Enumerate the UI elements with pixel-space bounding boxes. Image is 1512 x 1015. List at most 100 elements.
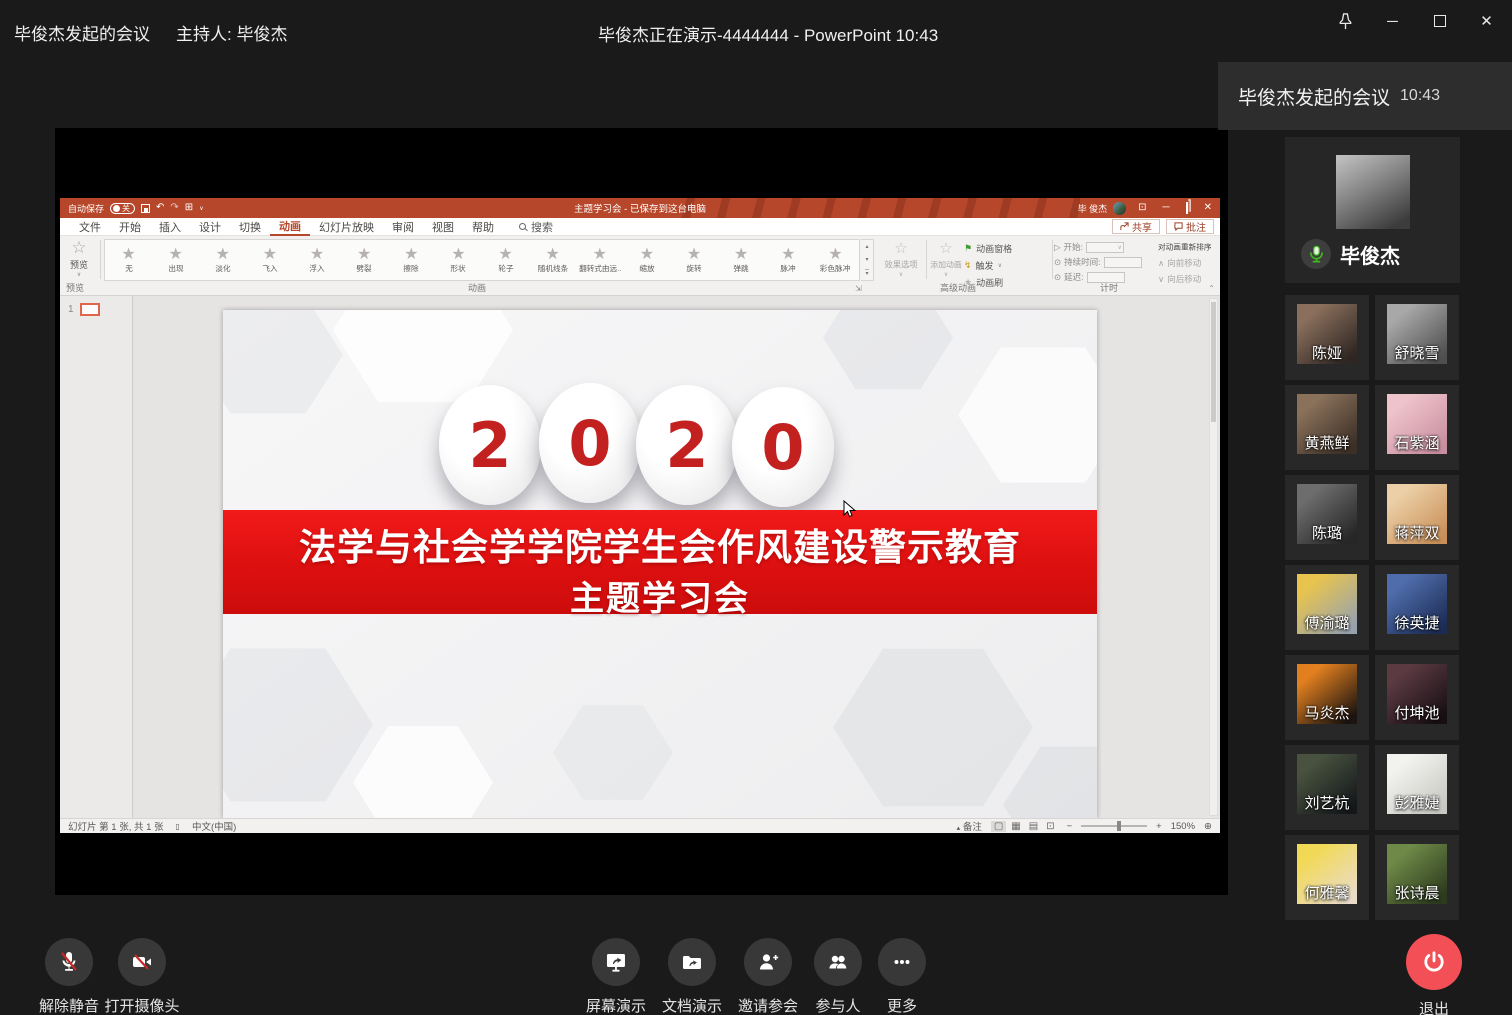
- scrollbar-thumb[interactable]: [1211, 302, 1216, 422]
- save-icon[interactable]: [141, 204, 150, 213]
- maximize-button[interactable]: [1416, 0, 1463, 42]
- animation-effect-item[interactable]: ★形状: [435, 240, 482, 280]
- pin-icon[interactable]: [1322, 0, 1369, 42]
- zoom-slider[interactable]: [1081, 825, 1147, 827]
- slide-thumbnail-panel[interactable]: 1: [60, 296, 133, 818]
- ribbon-display-icon[interactable]: ⊡: [1130, 203, 1154, 213]
- menu-tab[interactable]: 视图: [423, 218, 463, 236]
- slide-canvas[interactable]: 2020 法学与社会学学院学生会作风建设警示教育 主题学习会: [223, 310, 1097, 818]
- participant-tile[interactable]: 付坤池: [1375, 655, 1459, 740]
- animation-effect-item[interactable]: ★浮入: [294, 240, 341, 280]
- slide-thumbnail[interactable]: [80, 303, 100, 316]
- animation-effect-item[interactable]: ★翻转式由远..: [576, 240, 623, 280]
- exit-button[interactable]: 退出: [1406, 934, 1462, 1015]
- quickaccess-caret-icon[interactable]: ∨: [199, 205, 203, 212]
- notes-button[interactable]: ▴ 备注: [957, 819, 982, 833]
- participant-tile[interactable]: 舒晓雪: [1375, 295, 1459, 380]
- ppt-restore-icon[interactable]: [1178, 203, 1196, 213]
- participant-tile[interactable]: 徐英捷: [1375, 565, 1459, 650]
- ppt-user-name: 毕 俊杰: [1070, 202, 1110, 215]
- animation-effect-item[interactable]: ★彩色脉冲: [812, 240, 859, 280]
- slideshow-icon[interactable]: ⊞: [185, 203, 193, 213]
- view-sorter-icon[interactable]: ▦: [1008, 821, 1023, 832]
- zoom-level[interactable]: 150%: [1171, 821, 1195, 832]
- effect-options-button[interactable]: ☆ 效果选项 ∨: [878, 240, 924, 278]
- menu-tab[interactable]: 审阅: [383, 218, 423, 236]
- dialog-launcher-icon[interactable]: ⇲: [855, 284, 862, 293]
- menu-tab[interactable]: 文件: [70, 218, 110, 236]
- animation-effect-item[interactable]: ★飞入: [246, 240, 293, 280]
- animation-effect-item[interactable]: ★淡化: [199, 240, 246, 280]
- participant-name: 蒋萍双: [1369, 522, 1465, 543]
- redo-icon[interactable]: ↷: [170, 203, 178, 213]
- ppt-minimize-icon[interactable]: ─: [1155, 203, 1178, 213]
- animation-effect-item[interactable]: ★轮子: [482, 240, 529, 280]
- preview-label: 预览: [60, 258, 98, 271]
- menu-tab[interactable]: 动画: [270, 218, 310, 236]
- animation-effect-item[interactable]: ★出现: [152, 240, 199, 280]
- comments-button[interactable]: 批注: [1166, 219, 1214, 234]
- ribbon-separator: [1052, 240, 1053, 279]
- speaker-tile[interactable]: 毕俊杰: [1285, 137, 1460, 283]
- more-button[interactable]: 更多: [878, 938, 926, 1015]
- menu-tab[interactable]: 设计: [190, 218, 230, 236]
- gallery-scroll-arrows[interactable]: ▴ ▾ ▾: [861, 239, 874, 281]
- zoom-slider-thumb[interactable]: [1117, 821, 1121, 831]
- participant-tile[interactable]: 黄燕鲜: [1285, 385, 1369, 470]
- participant-tile[interactable]: 傅渝璐: [1285, 565, 1369, 650]
- preview-button[interactable]: ☆ 预览 ∨: [60, 239, 98, 278]
- zoom-out-button[interactable]: −: [1067, 821, 1073, 832]
- minimize-button[interactable]: ─: [1369, 0, 1416, 42]
- animation-effect-item[interactable]: ★缩放: [623, 240, 670, 280]
- participants-button[interactable]: 参与人: [814, 938, 862, 1015]
- menu-tab[interactable]: 幻灯片放映: [310, 218, 383, 236]
- animation-pane-button[interactable]: ⚑动画窗格: [964, 242, 1050, 255]
- editor-scrollbar[interactable]: [1209, 298, 1218, 816]
- share-button[interactable]: 共享: [1112, 219, 1160, 234]
- participant-tile[interactable]: 马炎杰: [1285, 655, 1369, 740]
- animation-effect-item[interactable]: ★随机线条: [529, 240, 576, 280]
- screen-share-button[interactable]: 屏幕演示: [586, 938, 646, 1015]
- ppt-user-avatar: [1113, 202, 1126, 215]
- invite-button[interactable]: 邀请参会: [738, 938, 798, 1015]
- doc-share-button[interactable]: 文档演示: [662, 938, 722, 1015]
- animation-effect-item[interactable]: ★擦除: [388, 240, 435, 280]
- menu-tab[interactable]: 切换: [230, 218, 270, 236]
- participant-tile[interactable]: 刘艺杭: [1285, 745, 1369, 830]
- menu-tab[interactable]: 插入: [150, 218, 190, 236]
- ppt-close-icon[interactable]: ✕: [1196, 203, 1220, 213]
- duration-input[interactable]: [1104, 257, 1142, 268]
- animation-effect-item[interactable]: ★劈裂: [341, 240, 388, 280]
- participant-tile[interactable]: 彭雅婕: [1375, 745, 1459, 830]
- statusbar-language[interactable]: 中文(中国): [192, 819, 236, 833]
- animation-effect-item[interactable]: ★脉冲: [765, 240, 812, 280]
- participant-tile[interactable]: 蒋萍双: [1375, 475, 1459, 560]
- participant-tile[interactable]: 石紫涵: [1375, 385, 1459, 470]
- menu-tab[interactable]: 开始: [110, 218, 150, 236]
- view-slideshow-icon[interactable]: ⊡: [1043, 821, 1057, 832]
- maximize-icon: [1434, 15, 1446, 27]
- fit-to-window-icon[interactable]: ⊕: [1204, 821, 1212, 832]
- participant-tile[interactable]: 陈娅: [1285, 295, 1369, 380]
- animation-effect-item[interactable]: ★旋转: [671, 240, 718, 280]
- trigger-button[interactable]: ↯触发∨: [964, 259, 1050, 272]
- animation-effect-item[interactable]: ★无: [105, 240, 152, 280]
- ribbon-collapse-icon[interactable]: ⌃: [1208, 284, 1215, 293]
- undo-icon[interactable]: ↶: [156, 203, 164, 213]
- participant-tile[interactable]: 何雅馨: [1285, 835, 1369, 920]
- participant-tile[interactable]: 陈璐: [1285, 475, 1369, 560]
- ppt-search[interactable]: 搜索: [519, 219, 553, 235]
- start-select[interactable]: ∨: [1086, 242, 1124, 253]
- menu-tab[interactable]: 帮助: [463, 218, 503, 236]
- animation-effect-item[interactable]: ★弹跳: [718, 240, 765, 280]
- close-button[interactable]: ✕: [1463, 0, 1510, 42]
- view-normal-icon[interactable]: ▢: [991, 821, 1006, 832]
- view-reading-icon[interactable]: ▤: [1026, 821, 1041, 832]
- unmute-button[interactable]: 解除静音: [38, 938, 100, 1015]
- autosave-toggle[interactable]: 关: [110, 203, 135, 214]
- add-animation-button[interactable]: ☆ 添加动画 ∨: [928, 240, 964, 278]
- zoom-in-button[interactable]: +: [1156, 821, 1162, 832]
- participant-tile[interactable]: 张诗晨: [1375, 835, 1459, 920]
- camera-button[interactable]: 打开摄像头: [102, 938, 182, 1015]
- move-earlier-button[interactable]: ∧向前移动: [1158, 257, 1220, 269]
